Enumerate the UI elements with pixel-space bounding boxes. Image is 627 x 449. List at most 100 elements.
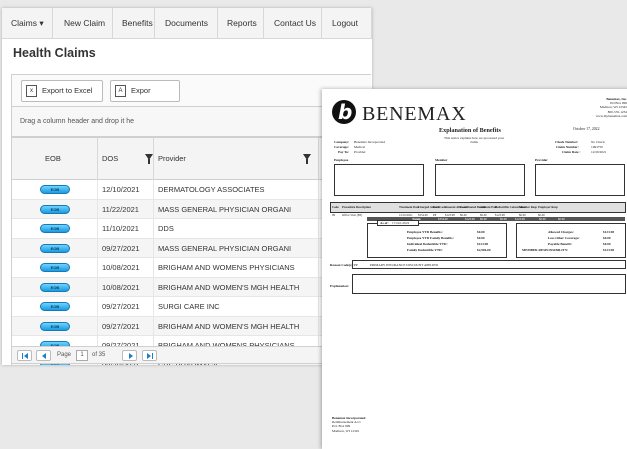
table-row: EOB 10/08/2021 BRIGHAM AND WOMENS PHYSICIA… xyxy=(12,258,371,278)
table-row: EOB 11/10/2021 DDS xyxy=(12,219,371,239)
col-provider[interactable]: Provider xyxy=(154,138,319,180)
dos-cell: 10/08/2021 xyxy=(98,277,154,297)
table-header-cell: Treatment Date xyxy=(399,205,420,209)
eob-button[interactable]: EOB xyxy=(40,243,70,253)
member-label: Member xyxy=(435,158,448,162)
explanation-label: Explanation: xyxy=(330,284,349,288)
eob-cell: EOB xyxy=(12,238,98,258)
table-header-cell: Employer Resp xyxy=(538,205,558,209)
export-pdf-label: Expor xyxy=(131,86,151,95)
footer-line: Madison, WI 12345 xyxy=(332,428,360,433)
eob-document: b BENEMAX Benemax, Inc. PO Box 999 Madison… xyxy=(322,89,627,449)
summary-right-value: $0.00 xyxy=(603,242,611,246)
employee-box xyxy=(334,164,424,196)
company-value: Benemax Incorporated xyxy=(354,140,385,144)
totals-cell: $0.00 xyxy=(500,217,507,221)
totals-cell: $123.98 xyxy=(515,217,525,221)
last-page-button[interactable] xyxy=(142,350,157,361)
table-cell: 99 xyxy=(332,213,335,217)
provider-cell: BRIGHAM AND WOMENS PHYSICIANS xyxy=(154,258,319,277)
eob-button[interactable]: EOB xyxy=(40,321,70,331)
grid-header: EOB DOS Provider xyxy=(12,138,371,180)
export-pdf-button[interactable]: A Expor xyxy=(110,80,180,102)
table-row: EOB 09/27/2021 MASS GENERAL PHYSICIAN ORGA… xyxy=(12,238,371,258)
summary-right-value: $123.98 xyxy=(603,230,615,234)
summary-left-value: $0.00 xyxy=(477,236,485,240)
table-row: EOB 12/10/2021 DERMATOLOGY ASSOCIATES xyxy=(12,180,371,200)
dos-cell: 12/10/2021 xyxy=(98,180,154,199)
reason-text: PRIMARY INSURANCE DISCOUNT APPLIED xyxy=(370,263,438,267)
dos-cell: 11/22/2021 xyxy=(98,199,154,219)
summary-left-label: Individual Deductible YTD: xyxy=(407,242,448,246)
prev-page-button[interactable] xyxy=(36,350,51,361)
totals-cell: $354.00 xyxy=(438,217,448,221)
provider-filter-icon[interactable] xyxy=(303,154,311,164)
dos-cell: 09/27/2021 xyxy=(98,238,154,258)
totals-cell: $0.00 xyxy=(558,217,565,221)
explanation-box xyxy=(352,274,626,294)
eob-cell: EOB xyxy=(12,316,98,336)
coverage-label: Coverage: xyxy=(334,145,349,149)
eob-cell: EOB xyxy=(12,258,98,277)
claim-date-value: 12/20/2021 xyxy=(591,150,607,154)
eob-button[interactable]: EOB xyxy=(40,185,70,194)
summary-left-label: Employee YTD Family Benefits: xyxy=(407,236,454,240)
eob-button[interactable]: EOB xyxy=(40,282,70,292)
nav-reports[interactable]: Reports xyxy=(218,8,264,39)
provider-cell: BRIGHAM AND WOMEN'S MGH HEALTH xyxy=(154,277,319,297)
provider-box xyxy=(535,164,625,196)
export-excel-button[interactable]: x Export to Excel xyxy=(21,80,103,102)
claim-number-label: Claim Number: xyxy=(556,145,579,149)
brand-name: BENEMAX xyxy=(362,103,467,125)
nav-new-claim[interactable]: New Claim xyxy=(53,8,113,39)
first-page-button[interactable] xyxy=(17,350,32,361)
claim-date-label: Claim Date : xyxy=(562,150,581,154)
summary-right-label: Allowed Charges: xyxy=(548,230,574,234)
dos-cell: 09/27/2021 xyxy=(98,297,154,316)
eob-button[interactable]: EOB xyxy=(40,302,70,311)
grid-body: EOB 12/10/2021 DERMATOLOGY ASSOCIATES EOB 11… xyxy=(12,180,371,365)
dos-filter-icon[interactable] xyxy=(145,154,153,164)
provider-label: Provider xyxy=(535,158,548,162)
summary-left-value: $0.00 xyxy=(477,230,485,234)
table-header-cell: Procedure Description xyxy=(342,205,371,209)
benemax-logo-icon: b xyxy=(332,100,356,124)
eob-button[interactable]: EOB xyxy=(40,224,70,233)
reason-code: PP xyxy=(354,263,358,267)
nav-documents[interactable]: Documents xyxy=(155,8,218,39)
nav-benefits[interactable]: Benefits xyxy=(113,8,155,39)
nav-claims[interactable]: Claims ▾ xyxy=(2,8,53,39)
col-eob[interactable]: EOB xyxy=(12,138,98,180)
dos-cell: 11/10/2021 xyxy=(98,219,154,238)
summary-left-value: $2,906.00 xyxy=(477,248,491,252)
group-drop-area[interactable]: Drag a column header and drop it he xyxy=(11,107,371,137)
page-number-input[interactable]: 1 xyxy=(76,350,88,361)
totals-cell: $0.00 xyxy=(539,217,546,221)
last-page-icon xyxy=(147,353,151,359)
next-page-button[interactable] xyxy=(122,350,137,361)
member-box xyxy=(435,164,525,196)
summary-left-box xyxy=(367,223,507,258)
grid-toolbar: x Export to Excel A Expor xyxy=(11,74,371,107)
nav-contact-us[interactable]: Contact Us xyxy=(264,8,322,39)
claims-grid: EOB DOS Provider EOB 12/10/2021 DERMATOLOG… xyxy=(11,137,371,365)
eob-button[interactable]: EOB xyxy=(40,263,70,272)
nav-logout[interactable]: Logout xyxy=(322,8,372,39)
eob-button[interactable]: EOB xyxy=(40,204,70,214)
summary-right-label: Less Other Coverage: xyxy=(548,236,580,240)
reason-label: Reason Code(s): xyxy=(330,263,354,267)
provider-cell: SURGI CARE INC xyxy=(154,297,319,316)
summary-right-box xyxy=(516,223,626,258)
top-nav: Claims ▾ New Claim Benefits Documents Re… xyxy=(2,8,372,39)
table-header-cell: Member Resp xyxy=(519,205,538,209)
summary-right-label: MEMBER RESPONSIBILITY: xyxy=(522,248,569,252)
table-header-cell: Code xyxy=(332,205,339,209)
provider-cell: MASS GENERAL PHYSICIAN ORGANI xyxy=(154,238,319,258)
provider-cell: DDS xyxy=(154,219,319,238)
address-line: www.mybenemax.com xyxy=(595,113,627,118)
excel-icon: x xyxy=(26,85,37,97)
summary-left-value: $123.98 xyxy=(477,242,489,246)
eob-cell: EOB xyxy=(12,180,98,199)
summary-left-label: Employee YTD Benefits: xyxy=(407,230,443,234)
table-row: EOB 09/27/2021 BRIGHAM AND WOMEN'S MGH HEA… xyxy=(12,316,371,336)
